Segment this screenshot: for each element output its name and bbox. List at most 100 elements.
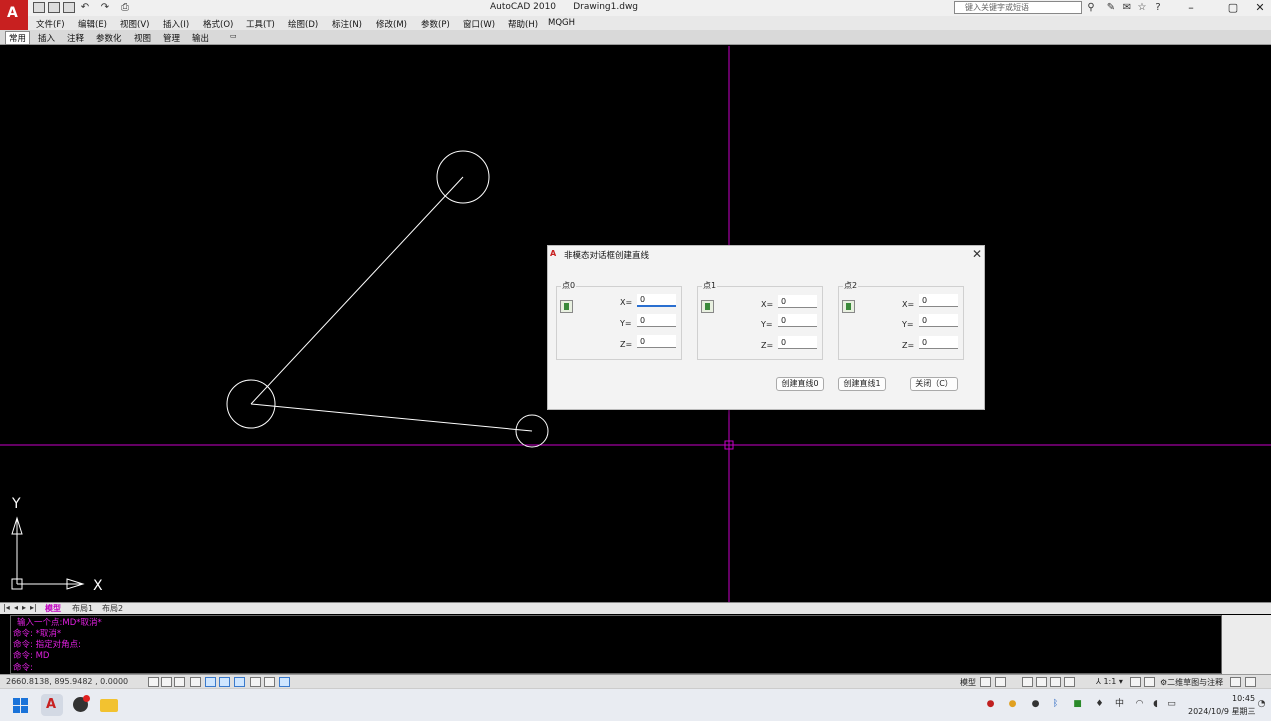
pick-point0-icon[interactable] — [560, 300, 573, 313]
autocad-logo-icon[interactable]: A — [0, 0, 28, 30]
nvidia-icon[interactable]: ■ — [1072, 699, 1083, 710]
zoom-icon[interactable] — [1036, 677, 1047, 687]
tab-first-icon[interactable]: |◂ — [3, 603, 10, 612]
tray-app-icon-2[interactable]: ● — [1007, 699, 1018, 710]
help-search-input[interactable]: 键入关键字或短语 — [954, 1, 1082, 14]
battery-icon[interactable]: ▭ — [1166, 699, 1177, 710]
lineweight-icon[interactable] — [264, 677, 275, 687]
menu-mqgh[interactable]: MQGH — [548, 18, 575, 28]
menu-help[interactable]: 帮助(H) — [508, 18, 538, 30]
coordinate-readout[interactable]: 2660.8138, 895.9482 , 0.0000 — [6, 677, 128, 686]
point2-x-input[interactable] — [919, 294, 958, 307]
menu-view[interactable]: 视图(V) — [120, 18, 149, 30]
tray-app-icon-3[interactable]: ● — [1030, 699, 1041, 710]
menu-format[interactable]: 格式(O) — [203, 18, 233, 30]
workspace-switch[interactable]: ⚙二维草图与注释 — [1160, 677, 1223, 688]
lock-icon[interactable] — [1230, 677, 1241, 687]
minimize-icon[interactable]: – — [1180, 1, 1202, 15]
tab-home[interactable]: 常用 — [5, 31, 31, 45]
menu-dimension[interactable]: 标注(N) — [332, 18, 362, 30]
quick-properties-icon[interactable] — [279, 677, 290, 687]
menu-insert[interactable]: 插入(I) — [163, 18, 189, 30]
notification-bell-icon[interactable]: ◔ — [1256, 699, 1267, 710]
menu-edit[interactable]: 编辑(E) — [78, 18, 107, 30]
command-scrollbar[interactable] — [1222, 615, 1271, 674]
create-line1-button[interactable]: 创建直线1 — [838, 377, 886, 391]
undo-icon[interactable]: ↶ — [80, 2, 90, 13]
tab-next-icon[interactable]: ▸ — [22, 603, 26, 612]
redo-icon[interactable]: ↷ — [100, 2, 110, 13]
object-snap-icon[interactable] — [205, 677, 216, 687]
point0-x-input[interactable] — [637, 294, 676, 307]
menu-window[interactable]: 窗口(W) — [463, 18, 495, 30]
wifi-icon[interactable]: ◠ — [1134, 699, 1145, 710]
close-icon[interactable]: ✕ — [1249, 1, 1271, 15]
quick-view-drawings-icon[interactable] — [995, 677, 1006, 687]
point1-y-input[interactable] — [778, 314, 817, 327]
menu-tools[interactable]: 工具(T) — [246, 18, 275, 30]
point1-x-input[interactable] — [778, 295, 817, 308]
bluetooth-icon[interactable]: ᛒ — [1050, 699, 1061, 710]
communication-icon[interactable]: ✉ — [1122, 2, 1132, 13]
pick-point1-icon[interactable] — [701, 300, 714, 313]
menu-parametric[interactable]: 参数(P) — [421, 18, 450, 30]
steering-wheel-icon[interactable] — [1050, 677, 1061, 687]
pick-point2-icon[interactable] — [842, 300, 855, 313]
tab-output[interactable]: 输出 — [192, 32, 209, 44]
tab-annotate[interactable]: 注释 — [67, 32, 84, 44]
clean-screen-icon[interactable] — [1245, 677, 1256, 687]
tab-insert[interactable]: 插入 — [38, 32, 55, 44]
point0-z-input[interactable] — [637, 335, 676, 348]
dynamic-ucs-icon[interactable] — [234, 677, 245, 687]
tab-layout1[interactable]: 布局1 — [72, 603, 93, 614]
clock-date[interactable]: 2024/10/9 星期三 — [1188, 706, 1256, 717]
dialog-close-icon[interactable]: ✕ — [971, 247, 983, 261]
print-icon[interactable]: ⎙ — [120, 2, 130, 13]
object-snap-tracking-icon[interactable] — [219, 677, 230, 687]
close-button[interactable]: 关闭（C） — [910, 377, 958, 391]
open-file-icon[interactable] — [48, 2, 60, 13]
annotation-visibility-icon[interactable] — [1130, 677, 1141, 687]
point2-z-input[interactable] — [919, 336, 958, 349]
point0-y-input[interactable] — [637, 314, 676, 327]
tab-layout2[interactable]: 布局2 — [102, 603, 123, 614]
windows-start-icon[interactable] — [10, 694, 32, 716]
tray-app-icon-1[interactable]: ● — [985, 699, 996, 710]
microphone-icon[interactable]: ♦ — [1094, 699, 1105, 710]
tab-manage[interactable]: 管理 — [163, 32, 180, 44]
tab-parametric[interactable]: 参数化 — [96, 32, 122, 44]
ribbon-minimize-icon[interactable]: ▭ — [230, 32, 237, 40]
media-app-icon[interactable] — [70, 694, 92, 716]
auto-scale-icon[interactable] — [1144, 677, 1155, 687]
clock-time[interactable]: 10:45 — [1232, 694, 1255, 703]
tab-prev-icon[interactable]: ◂ — [14, 603, 18, 612]
autocad-task-icon[interactable]: A — [41, 694, 63, 716]
subscription-icon[interactable]: ✎ — [1106, 2, 1116, 13]
menu-file[interactable]: 文件(F) — [36, 18, 65, 30]
tab-view[interactable]: 视图 — [134, 32, 151, 44]
favorites-icon[interactable]: ☆ — [1137, 2, 1147, 13]
menu-draw[interactable]: 绘图(D) — [288, 18, 318, 30]
pan-icon[interactable] — [1022, 677, 1033, 687]
point1-z-input[interactable] — [778, 336, 817, 349]
binoculars-icon[interactable]: ⚲ — [1086, 2, 1096, 13]
quick-view-layouts-icon[interactable] — [980, 677, 991, 687]
annotation-scale[interactable]: ⅄ 1:1 ▾ — [1096, 677, 1123, 686]
tab-model[interactable]: 模型 — [45, 603, 61, 614]
save-icon[interactable] — [63, 2, 75, 13]
create-line0-button[interactable]: 创建直线0 — [776, 377, 824, 391]
snap-mode-icon[interactable] — [148, 677, 159, 687]
file-explorer-icon[interactable] — [98, 694, 120, 716]
dynamic-input-icon[interactable] — [250, 677, 261, 687]
point2-y-input[interactable] — [919, 314, 958, 327]
maximize-icon[interactable]: ▢ — [1222, 1, 1244, 15]
line-segment-2[interactable] — [250, 403, 533, 432]
showmotion-icon[interactable] — [1064, 677, 1075, 687]
line-segment-1[interactable] — [250, 176, 464, 405]
command-window[interactable]: 输入一个点:MD*取消* 命令: *取消* 命令: 指定对角点: 命令: MD … — [10, 615, 1222, 674]
ortho-mode-icon[interactable] — [174, 677, 185, 687]
tab-last-icon[interactable]: ▸| — [30, 603, 37, 612]
new-file-icon[interactable] — [33, 2, 45, 13]
command-prompt[interactable]: 命令: — [13, 661, 33, 673]
ime-indicator[interactable]: 中 — [1114, 699, 1125, 710]
